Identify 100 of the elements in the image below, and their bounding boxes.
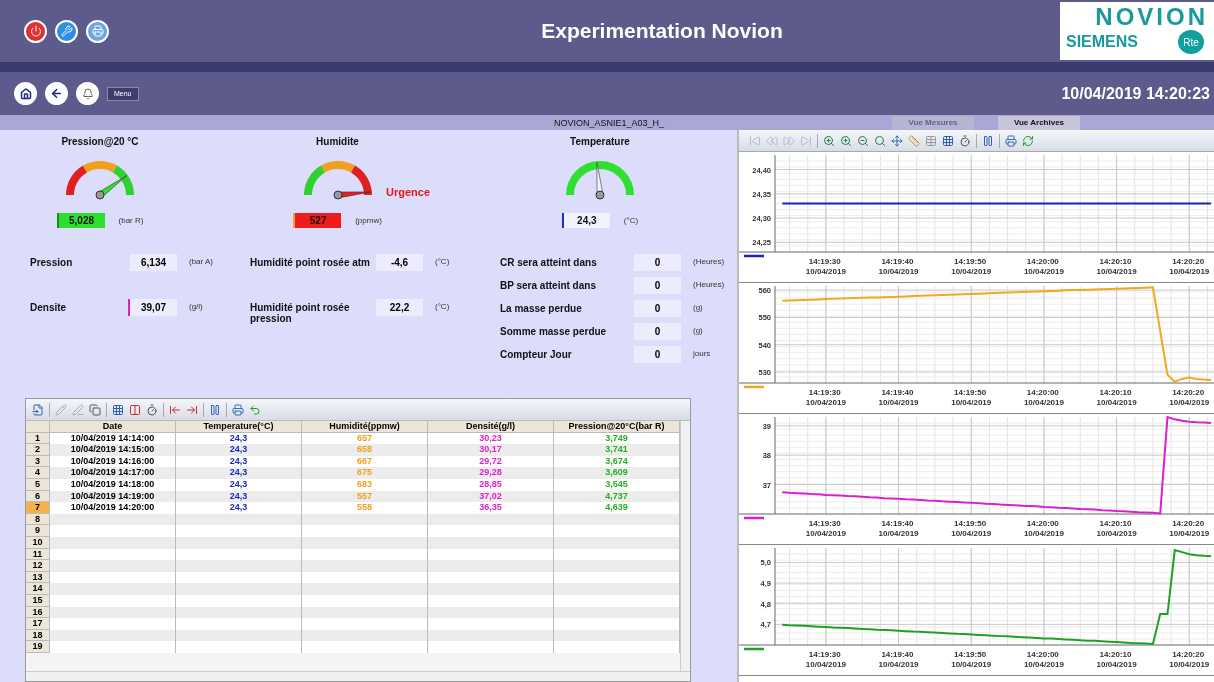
pause-icon[interactable] [209, 403, 221, 416]
table-icon[interactable] [925, 134, 937, 147]
zoom-in-icon[interactable] [840, 134, 852, 147]
home-icon[interactable] [19, 87, 32, 100]
timer-icon[interactable] [959, 134, 971, 147]
parameter-label: Humidité point rosée atm [250, 256, 371, 268]
axis-label: 14:20:20 10/04/2019 [1169, 650, 1210, 669]
parameter-label: Somme masse perdue [500, 325, 608, 337]
home-button[interactable] [14, 82, 37, 105]
table-cell: 658 [302, 444, 428, 456]
copy-icon[interactable] [89, 403, 101, 416]
column-header[interactable]: Pression@20°C(bar R) [554, 421, 680, 433]
unit-label: (ppmw) [355, 216, 382, 225]
axis-label: 14:19:40 10/04/2019 [878, 257, 919, 276]
move-icon[interactable] [891, 134, 903, 147]
axis-label: 14:19:50 10/04/2019 [951, 650, 992, 669]
unit-label: (g/l) [189, 301, 203, 311]
column-header[interactable]: Temperature(°C) [176, 421, 302, 433]
column-header[interactable]: Date [50, 421, 176, 433]
legend-swatch [744, 516, 764, 520]
bell-icon[interactable] [81, 87, 94, 100]
table-cell: 10/04/2019 14:20:00 [50, 502, 176, 514]
axis-label: 14:20:20 10/04/2019 [1169, 519, 1210, 538]
gauge-value: 527 [295, 213, 342, 228]
arrow-left-icon[interactable] [50, 87, 63, 100]
power-button[interactable] [24, 19, 47, 43]
print-icon[interactable] [1005, 134, 1017, 147]
horizontal-scrollbar[interactable] [26, 671, 690, 681]
column-header[interactable]: Humidité(ppmw) [302, 421, 428, 433]
partner-logo: SIEMENS [1066, 33, 1138, 51]
wrench-button[interactable] [55, 19, 78, 43]
ruler-icon[interactable] [908, 134, 920, 147]
print-button[interactable] [86, 19, 109, 43]
legend-swatch [744, 254, 764, 258]
unit-label: (bar R) [118, 216, 144, 225]
grid-icon[interactable] [942, 134, 954, 147]
pause-icon[interactable] [982, 134, 994, 147]
view-tab[interactable]: Vue Archives [998, 115, 1080, 130]
table-cell: 3,609 [554, 467, 680, 479]
row-number[interactable]: 19 [26, 641, 50, 653]
timer-icon[interactable] [146, 403, 158, 416]
gauge-title: Humidite [316, 136, 359, 147]
table-cell: 3,741 [554, 444, 680, 456]
table-cell: 24,3 [176, 502, 302, 514]
table-cell: 24,3 [176, 444, 302, 456]
undo-icon[interactable] [249, 403, 261, 416]
axis-label: 14:20:00 10/04/2019 [1023, 388, 1064, 407]
parameter-value: -4,6 [376, 254, 423, 271]
unit-label: jours [693, 348, 711, 358]
table-cell: 24,3 [176, 467, 302, 479]
back-button[interactable] [45, 82, 68, 105]
refresh-icon[interactable] [1022, 134, 1034, 147]
unit-label: (°C) [623, 216, 639, 225]
station-name: NOVION_ASNIE1_A03_H_ [554, 117, 665, 128]
parameter-label: Humidité point rosée pression [250, 301, 351, 324]
axis-label: 14:20:10 10/04/2019 [1096, 257, 1137, 276]
axis-label: 14:20:00 10/04/2019 [1023, 257, 1064, 276]
axis-label: 14:19:40 10/04/2019 [878, 650, 919, 669]
row-number[interactable]: 2 [26, 444, 50, 456]
row-number[interactable]: 7 [26, 502, 50, 514]
zoom-out-icon[interactable] [857, 134, 869, 147]
table-cell: 558 [302, 502, 428, 514]
wrench-icon[interactable] [60, 25, 73, 37]
alarm-button[interactable] [76, 82, 99, 105]
row-number[interactable]: 9 [26, 525, 50, 537]
app-title: Experimentation Novion [540, 19, 784, 43]
row-number[interactable]: 17 [26, 618, 50, 630]
table-cell: 36,35 [428, 502, 554, 514]
table-cell: 675 [302, 467, 428, 479]
table-cell: 29,28 [428, 467, 554, 479]
row-number[interactable]: 12 [26, 560, 50, 572]
axis-label: 14:20:10 10/04/2019 [1096, 650, 1137, 669]
unit-label: (g) [693, 302, 703, 312]
grid-icon[interactable] [112, 403, 124, 416]
vertical-scrollbar[interactable] [680, 421, 690, 671]
columns-icon[interactable] [129, 403, 141, 416]
column-header[interactable]: Densité(g/l) [428, 421, 554, 433]
import-icon[interactable] [32, 403, 44, 416]
axis-label: 14:20:10 10/04/2019 [1096, 388, 1137, 407]
axis-label: 14:19:50 10/04/2019 [951, 257, 992, 276]
axis-label: 14:20:10 10/04/2019 [1096, 519, 1137, 538]
first-column-icon[interactable] [169, 403, 181, 416]
last-column-icon[interactable] [186, 403, 198, 416]
legend-swatch [744, 647, 764, 651]
axis-label: 14:20:20 10/04/2019 [1169, 257, 1210, 276]
table-cell: 10/04/2019 14:15:00 [50, 444, 176, 456]
gauge-title: Pression@20 °C [61, 136, 139, 147]
row-number[interactable]: 14 [26, 583, 50, 595]
zoom-in-icon[interactable] [823, 134, 835, 147]
search-icon[interactable] [874, 134, 886, 147]
unit-label: (°C) [435, 256, 450, 266]
axis-label: 14:20:00 10/04/2019 [1023, 519, 1064, 538]
power-icon[interactable] [29, 25, 42, 37]
axis-label: 14:19:50 10/04/2019 [951, 519, 992, 538]
print-icon[interactable] [232, 403, 244, 416]
axis-label: 14:19:40 10/04/2019 [878, 388, 919, 407]
gauge-value: 24,3 [563, 213, 610, 228]
parameter-value: 39,07 [130, 299, 177, 316]
row-number[interactable]: 4 [26, 467, 50, 479]
parameter-label: Densite [30, 301, 68, 313]
